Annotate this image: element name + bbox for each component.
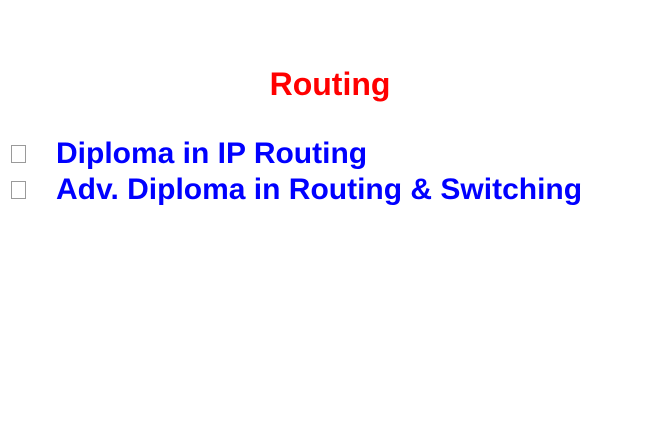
bullet-item: Adv. Diploma in Routing & Switching: [0, 172, 660, 208]
slide: Routing Diploma in IP Routing Adv. Diplo…: [0, 0, 660, 440]
slide-title: Routing: [269, 66, 391, 102]
bullet-item: Diploma in IP Routing: [0, 136, 660, 172]
bullet-text: Adv. Diploma in Routing & Switching: [56, 173, 583, 206]
missing-glyph-box-icon: [11, 145, 26, 163]
missing-glyph-box-icon: [11, 181, 26, 199]
bullet-text: Diploma in IP Routing: [56, 137, 368, 170]
bullet-list: Diploma in IP Routing Adv. Diploma in Ro…: [0, 136, 660, 208]
